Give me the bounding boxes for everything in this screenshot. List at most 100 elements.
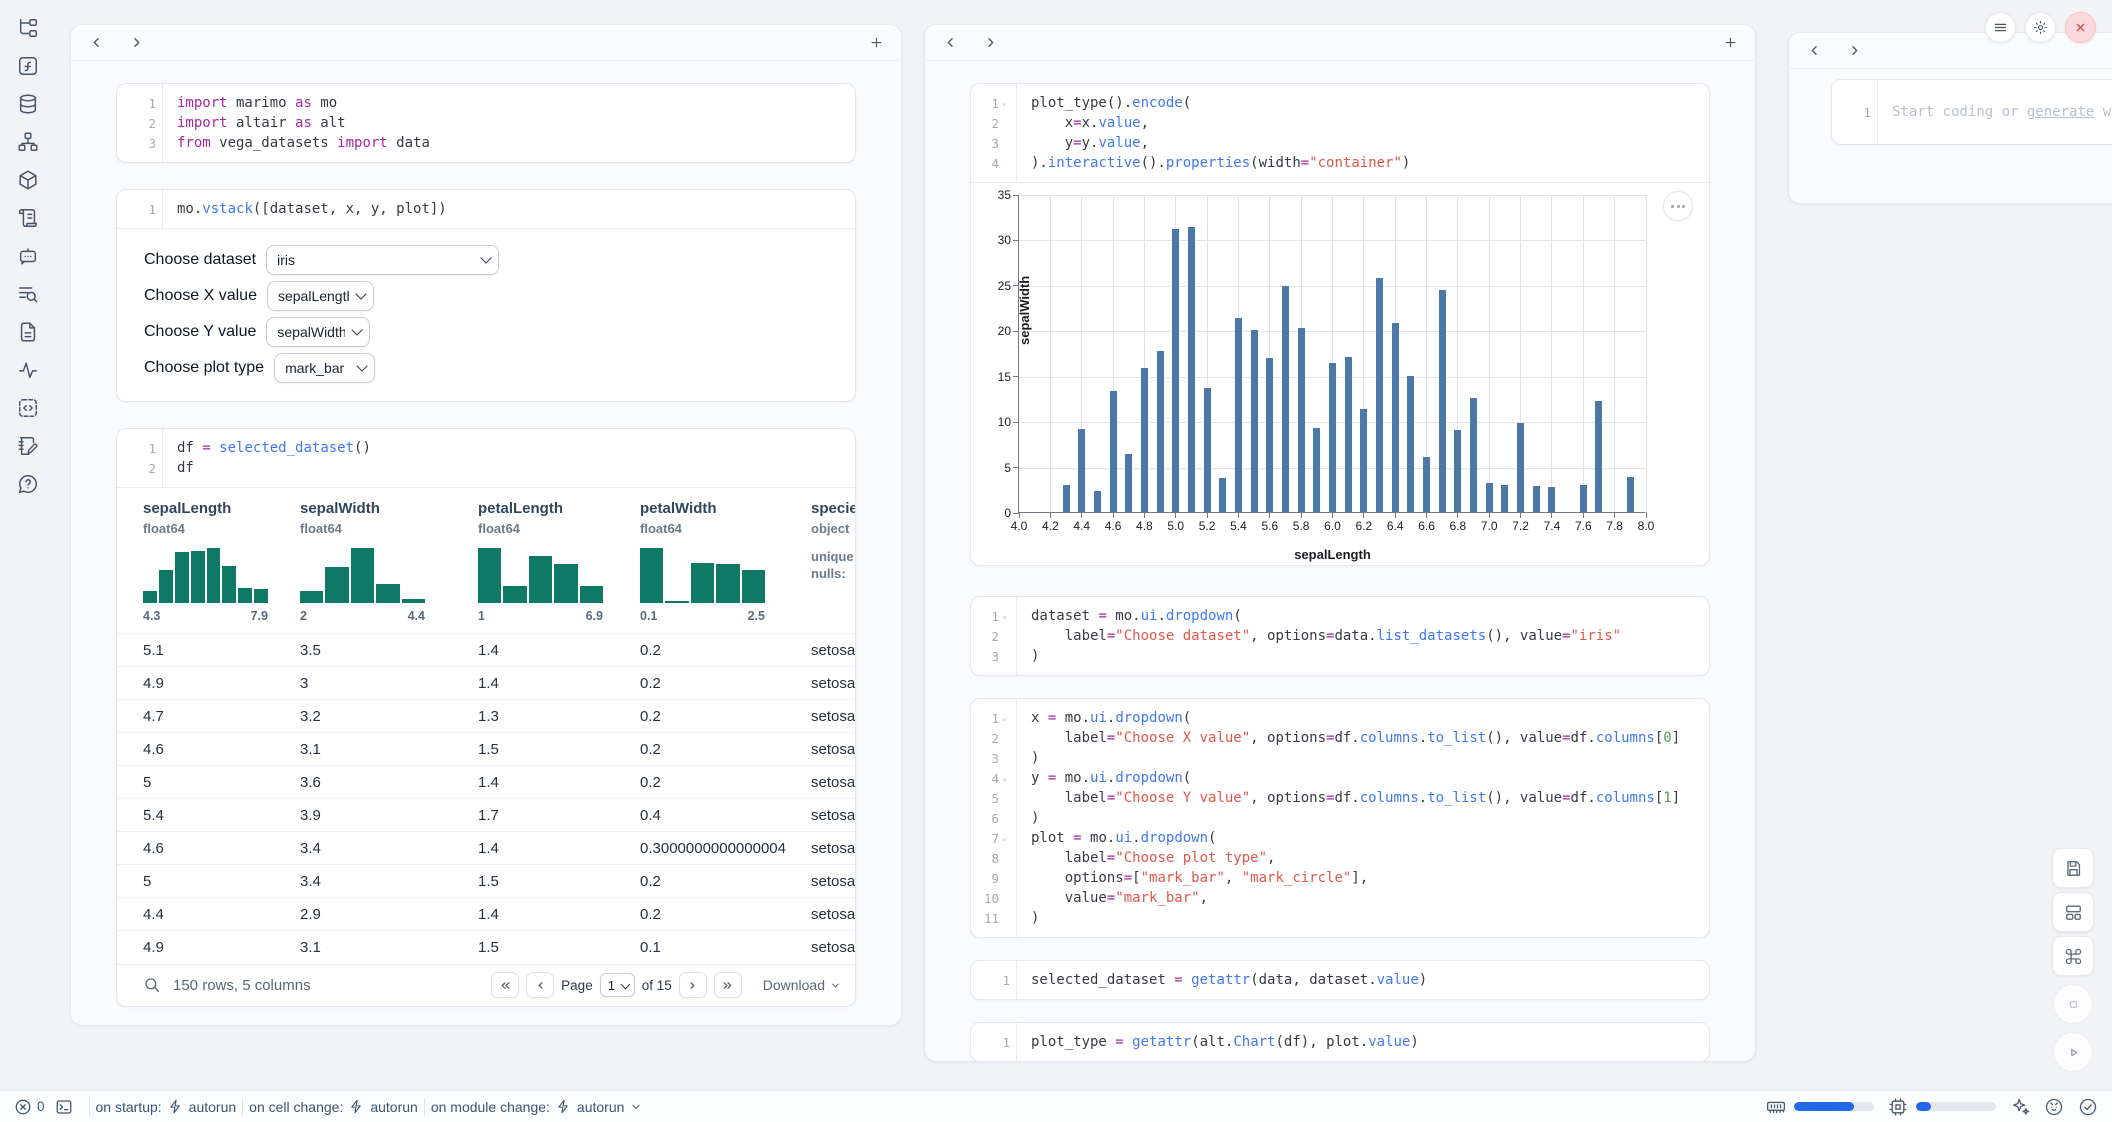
file-tree-icon[interactable] — [16, 16, 40, 40]
dropdown-choose-plot-type[interactable]: mark_bar — [274, 353, 375, 383]
table-row[interactable]: 4.42.91.40.2setosa — [117, 898, 855, 931]
notebook-pen-icon[interactable] — [16, 434, 40, 458]
dropdown-choose-dataset[interactable]: iris — [266, 245, 499, 275]
table-row[interactable]: 4.63.41.40.3000000000000004setosa — [117, 832, 855, 865]
column-header-sepalLength[interactable]: sepalLengthfloat644.37.9 — [117, 488, 274, 634]
dropdown-choose-y-value[interactable]: sepalWidth — [266, 317, 370, 347]
error-count: 0 — [37, 1099, 45, 1114]
autorun-setting[interactable]: on module change:autorun — [431, 1099, 643, 1115]
add-cell-button[interactable] — [1717, 30, 1743, 56]
code-box-icon[interactable] — [16, 396, 40, 420]
code-editor[interactable]: import marimo as moimport altair as altf… — [163, 84, 430, 162]
scroll-icon[interactable] — [16, 206, 40, 230]
cpu-gauge[interactable] — [1888, 1097, 1996, 1117]
next-page-button[interactable] — [679, 972, 707, 998]
column-header-petalLength[interactable]: petalLengthfloat6416.9 — [452, 488, 614, 634]
cell-plot-encode[interactable]: 1⌄234plot_type().encode( x=x.value, y=y.… — [970, 83, 1710, 566]
ai-sparkles-button[interactable] — [2010, 1097, 2030, 1117]
settings-gear-button[interactable] — [2025, 12, 2056, 43]
code-editor[interactable]: x = mo.ui.dropdown( label="Choose X valu… — [1017, 699, 1680, 937]
cpu-usage-bar — [1916, 1102, 1931, 1111]
save-button[interactable] — [2052, 848, 2094, 888]
bar — [1157, 351, 1164, 512]
last-page-button[interactable] — [714, 972, 742, 998]
code-editor[interactable]: dataset = mo.ui.dropdown( label="Choose … — [1017, 597, 1621, 675]
table-row[interactable]: 53.41.50.2setosa — [117, 865, 855, 898]
cell-selected-dataset[interactable]: 1selected_dataset = getattr(data, datase… — [970, 960, 1710, 1000]
memory-usage-bar — [1794, 1102, 1854, 1111]
zap-icon — [349, 1099, 364, 1114]
code-editor[interactable]: mo.vstack([dataset, x, y, plot]) — [163, 190, 447, 228]
cell-dataset-dropdown[interactable]: 1⌄23dataset = mo.ui.dropdown( label="Cho… — [970, 596, 1710, 676]
run-all-button[interactable] — [2053, 1032, 2093, 1072]
chart-menu-button[interactable] — [1663, 191, 1693, 221]
column-header-sepalWidth[interactable]: sepalWidthfloat6424.4 — [274, 488, 452, 634]
column-header-petalWidth[interactable]: petalWidthfloat640.12.5 — [614, 488, 785, 634]
close-button[interactable] — [2065, 12, 2096, 43]
line-numbers: 1⌄23 — [971, 597, 1017, 675]
download-button[interactable]: Download — [763, 977, 841, 993]
code-editor[interactable]: plot_type().encode( x=x.value, y=y.value… — [1017, 84, 1410, 182]
dropdown-label: Choose X value — [144, 287, 257, 305]
add-cell-button[interactable] — [863, 30, 889, 56]
cell-empty-scratch[interactable]: 1Start coding or generate with — [1831, 79, 2112, 145]
first-page-button[interactable] — [491, 972, 519, 998]
cell-plot-type[interactable]: 1plot_type = getattr(alt.Chart(df), plot… — [970, 1022, 1710, 1061]
autorun-setting[interactable]: on cell change:autorun — [249, 1099, 418, 1115]
activity-sidebar — [0, 0, 56, 496]
autorun-setting[interactable]: on startup:autorun — [96, 1099, 237, 1115]
layout-button[interactable] — [2052, 892, 2094, 932]
line-numbers: 12 — [117, 429, 163, 487]
command-shortcuts-button[interactable] — [2052, 936, 2094, 976]
table-row[interactable]: 4.73.21.30.2setosa — [117, 700, 855, 733]
prev-page-button[interactable] — [526, 972, 554, 998]
dropdown-label: Choose dataset — [144, 251, 256, 269]
activity-icon[interactable] — [16, 358, 40, 382]
table-row[interactable]: 5.13.51.40.2setosa — [117, 634, 855, 667]
terminal-button[interactable] — [55, 1098, 73, 1116]
column-collapse-left-button[interactable] — [937, 30, 963, 56]
table-row[interactable]: 5.43.91.70.4setosa — [117, 799, 855, 832]
cell-xy-plot-dropdowns[interactable]: 1⌄234⌄567⌄891011x = mo.ui.dropdown( labe… — [970, 698, 1710, 938]
table-row[interactable]: 4.931.40.2setosa — [117, 667, 855, 700]
column-collapse-left-button[interactable] — [1801, 38, 1827, 64]
page-select[interactable]: 1 — [600, 973, 635, 997]
memory-gauge[interactable] — [1766, 1097, 1874, 1117]
column-collapse-right-button[interactable] — [123, 30, 149, 56]
cell-vstack[interactable]: 1mo.vstack([dataset, x, y, plot]) Choose… — [116, 189, 856, 402]
function-square-icon[interactable] — [16, 54, 40, 78]
bar — [1125, 454, 1132, 512]
column-collapse-right-button[interactable] — [977, 30, 1003, 56]
code-editor[interactable]: df = selected_dataset()df — [163, 429, 371, 487]
column-histogram — [640, 548, 765, 603]
code-editor[interactable]: plot_type = getattr(alt.Chart(df), plot.… — [1017, 1023, 1419, 1061]
cell-dataframe[interactable]: 12df = selected_dataset()df sepalLengthf… — [116, 428, 856, 1007]
error-count-chip[interactable]: 0 — [14, 1098, 45, 1116]
menu-button[interactable] — [1985, 12, 2016, 43]
table-row-count: 150 rows, 5 columns — [173, 977, 311, 994]
search-icon[interactable] — [143, 976, 161, 994]
stop-button[interactable] — [2053, 984, 2093, 1024]
column-header-species[interactable]: speciesobjectunique:nulls: — [785, 488, 855, 634]
code-editor[interactable]: selected_dataset = getattr(data, dataset… — [1017, 961, 1427, 999]
cell-imports[interactable]: 123import marimo as moimport altair as a… — [116, 83, 856, 163]
assistant-button[interactable] — [2044, 1097, 2064, 1117]
help-chat-icon[interactable] — [16, 472, 40, 496]
column-collapse-right-button[interactable] — [1841, 38, 1867, 64]
package-icon[interactable] — [16, 168, 40, 192]
bar — [1470, 398, 1477, 512]
database-icon[interactable] — [16, 92, 40, 116]
column-collapse-left-button[interactable] — [83, 30, 109, 56]
table-row[interactable]: 4.93.11.50.1setosa — [117, 931, 855, 964]
bar-chart[interactable]: 051015202530354.04.24.44.64.85.05.25.45.… — [1018, 195, 1645, 513]
document-icon[interactable] — [16, 320, 40, 344]
table-row[interactable]: 4.63.11.50.2setosa — [117, 733, 855, 766]
chat-bot-icon[interactable] — [16, 244, 40, 268]
connection-status-button[interactable] — [2078, 1097, 2098, 1117]
dropdown-choose-x-value[interactable]: sepalLength — [267, 281, 374, 311]
code-editor-placeholder[interactable]: Start coding or generate with — [1878, 80, 2112, 144]
list-search-icon[interactable] — [16, 282, 40, 306]
hierarchy-icon[interactable] — [16, 130, 40, 154]
table-row[interactable]: 53.61.40.2setosa — [117, 766, 855, 799]
bar — [1517, 423, 1524, 512]
